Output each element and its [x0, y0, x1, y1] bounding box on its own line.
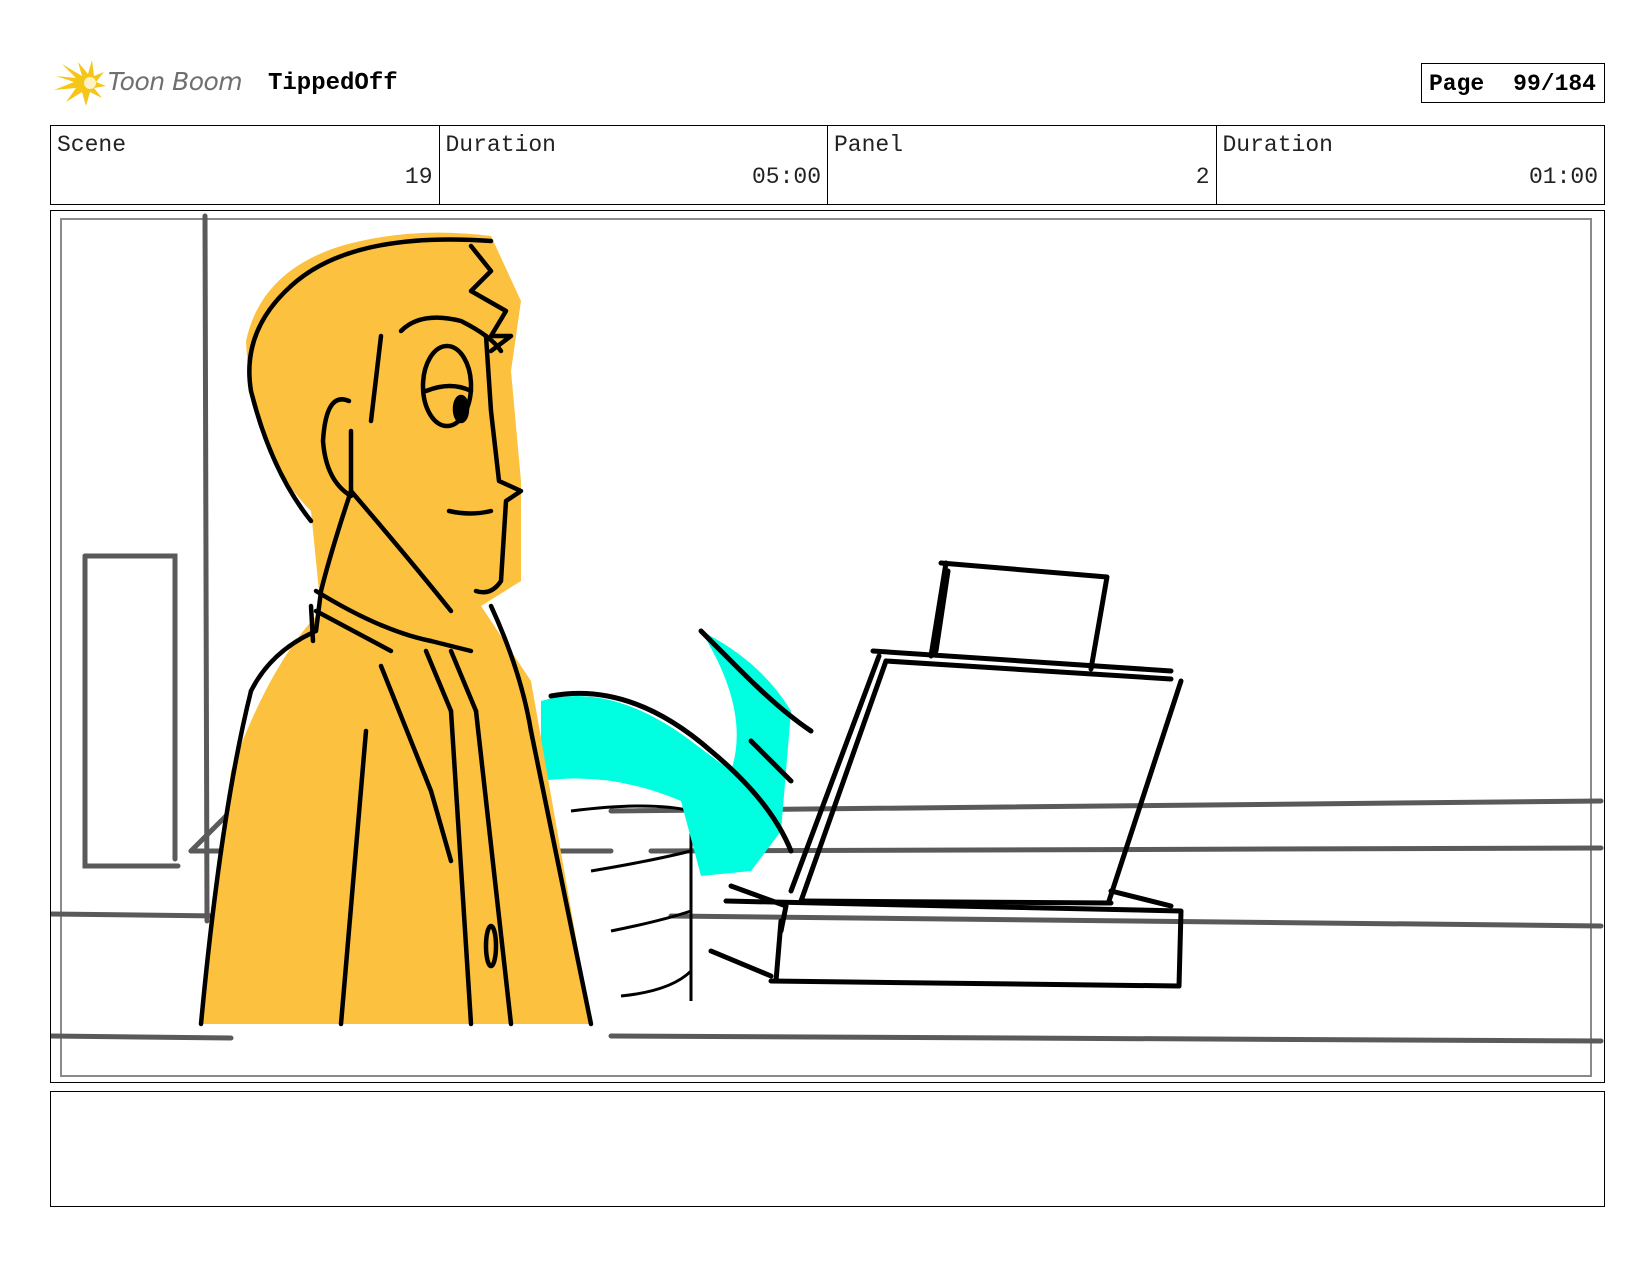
starburst-icon — [54, 60, 106, 106]
panel-duration-cell: Duration 01:00 — [1215, 126, 1605, 204]
project-title: TippedOff — [268, 70, 398, 97]
logo-text: Toon Boom — [108, 67, 243, 96]
panel-drawing — [51, 213, 1604, 1077]
scene-value: 19 — [404, 164, 433, 190]
page-label: Page — [1429, 71, 1485, 97]
scene-label: Scene — [57, 132, 127, 158]
panel-cell: Panel 2 — [827, 126, 1216, 204]
scene-cell: Scene 19 — [51, 126, 439, 204]
character-fill — [201, 232, 591, 1024]
storyboard-panel — [50, 210, 1605, 1083]
panel-duration-value: 01:00 — [1528, 164, 1598, 190]
page-header: Toon Boom TippedOff Page 99/184 — [52, 58, 1605, 108]
scene-duration-cell: Duration 05:00 — [438, 126, 828, 204]
scene-duration-label: Duration — [445, 132, 556, 158]
cup-drawing — [570, 804, 693, 1001]
toon-boom-logo: Toon Boom — [52, 58, 252, 108]
cyan-shape — [541, 631, 791, 876]
page-indicator: Page 99/184 — [1421, 63, 1605, 103]
panel-value: 2 — [1195, 164, 1210, 190]
scene-duration-value: 05:00 — [751, 164, 821, 190]
panel-label: Panel — [834, 132, 904, 158]
page-number: 99/184 — [1513, 71, 1596, 97]
notes-box — [50, 1091, 1605, 1207]
info-table: Scene 19 Duration 05:00 Panel 2 Duration… — [50, 125, 1605, 205]
panel-duration-label: Duration — [1222, 132, 1333, 158]
